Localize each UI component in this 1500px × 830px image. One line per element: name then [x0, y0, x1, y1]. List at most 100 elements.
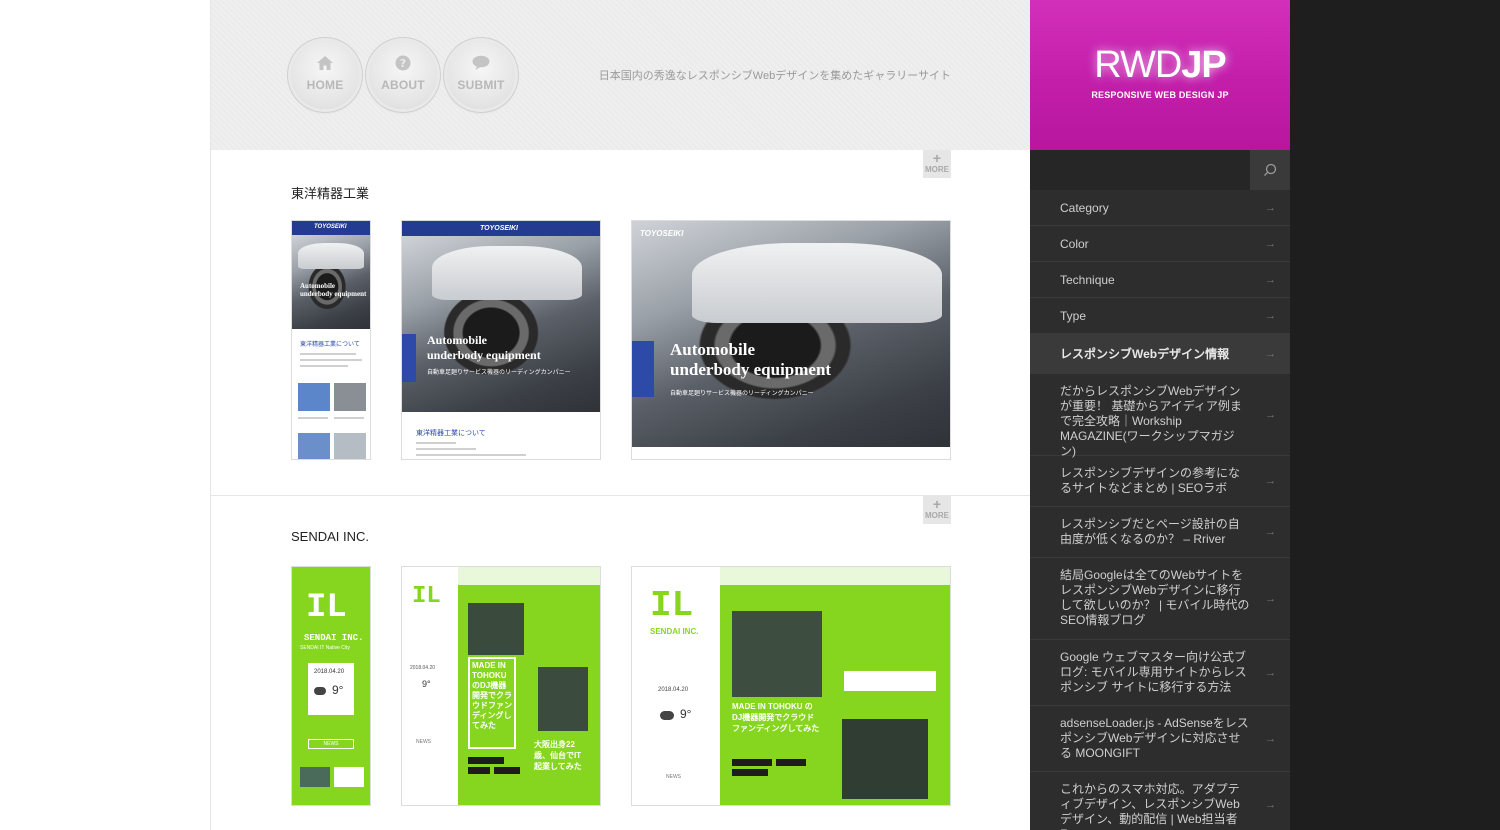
more-label: MORE: [925, 511, 949, 520]
thumb-feature: MADE IN TOHOKU のDJ機器開発でクラウドファンディングしてみた: [732, 702, 820, 733]
arrow-right-icon: →: [1265, 237, 1276, 250]
thumb-about: 東洋精器工業について: [300, 342, 360, 348]
search-button[interactable]: [1250, 150, 1290, 190]
blue-accent: [402, 334, 416, 382]
text-line: [300, 365, 348, 367]
search-input[interactable]: [1030, 150, 1250, 190]
thumb-tag: [732, 769, 768, 776]
thumb-about: 東洋精器工業について: [416, 430, 486, 437]
sidebar-link[interactable]: 結局Googleは全てのWebサイトをレスポンシブWebデザインに移行して欲しい…: [1030, 558, 1290, 640]
sidebar-item-type[interactable]: Type →: [1030, 298, 1290, 334]
thumb-news: NEWS: [666, 774, 681, 780]
page: HOME ? ABOUT SUBMIT 日本国内の秀逸なレスポンシブWebデザイ…: [0, 0, 1500, 830]
main-content: HOME ? ABOUT SUBMIT 日本国内の秀逸なレスポンシブWebデザイ…: [210, 0, 1030, 830]
about-button[interactable]: ? ABOUT: [369, 41, 437, 109]
sidebar-item-label: Type: [1060, 309, 1087, 323]
thumb-date: 2018.04.20: [658, 687, 689, 693]
home-icon: [317, 56, 333, 70]
thumb-tag: [468, 767, 490, 774]
plus-icon: +: [932, 150, 942, 166]
search-icon: [1264, 163, 1277, 176]
weather-card: 2018.04.20 9°: [308, 663, 354, 715]
site-title[interactable]: 東洋精器工業: [291, 183, 369, 202]
arrow-right-icon: →: [1265, 273, 1276, 286]
more-button[interactable]: + MORE: [923, 150, 951, 178]
tablet-screenshot[interactable]: IL 2018.04.20 9° NEWS MADE IN TOHOKU のDJ…: [401, 566, 601, 806]
thumb-feature-2: 大阪出身22歳、仙台でIT起業してみた: [534, 740, 582, 771]
thumb-photo: [468, 603, 524, 655]
right-margin: [1290, 0, 1500, 830]
sidebar-item-category[interactable]: Category →: [1030, 190, 1290, 226]
thumb-temp: 9°: [680, 707, 692, 721]
gallery-entry: + MORE 東洋精器工業 TOYOSEIKI Automobile under…: [211, 150, 1030, 496]
sidebar-link[interactable]: これからのスマホ対応。アダプティブデザイン、レスポンシブWebデザイン、動的配信…: [1030, 772, 1290, 830]
thumb-subline: 自動車足廻りサービス機器のリーディングカンパニー: [670, 391, 814, 397]
sidebar-link[interactable]: レスポンシブだとページ設計の自由度が低くなるのか？ – Rriver →: [1030, 507, 1290, 558]
sidebar-section-heading[interactable]: レスポンシブWebデザイン情報 →: [1030, 334, 1290, 374]
cloud-icon: [660, 711, 674, 720]
arrow-right-icon: →: [1265, 201, 1276, 214]
car-shape: [432, 246, 582, 300]
thumb-news: NEWS: [416, 739, 431, 745]
thumb-image: [298, 433, 330, 459]
sendai-logo-mark: IL: [412, 583, 441, 610]
site-title[interactable]: SENDAI INC.: [291, 529, 369, 544]
sidebar-link-label: Google ウェブマスター向け公式ブログ: モバイル専用サイトからレスポンシブ…: [1060, 650, 1247, 694]
text-line: [334, 417, 364, 419]
sidebar-link[interactable]: adsenseLoader.js - AdSenseをレスポンシブWebデザイン…: [1030, 706, 1290, 772]
arrow-right-icon: →: [1265, 798, 1276, 811]
blue-accent: [632, 341, 654, 397]
sidebar-item-technique[interactable]: Technique →: [1030, 262, 1290, 298]
sidebar-link[interactable]: レスポンシブデザインの参考になるサイトなどまとめ | SEOラボ →: [1030, 456, 1290, 507]
thumb-date: 2018.04.20: [314, 669, 345, 675]
thumb-hero-photo: [632, 221, 950, 447]
thumb-photo: [842, 719, 928, 799]
thumb-image: [334, 767, 364, 787]
desktop-screenshot[interactable]: TOYOSEIKI Automobile underbody equipment…: [631, 220, 951, 460]
left-margin: [0, 0, 210, 830]
thumb-tag: [776, 759, 806, 766]
question-icon: ?: [395, 55, 411, 71]
thumb-cta: [844, 671, 936, 691]
thumb-image: [334, 383, 366, 411]
mobile-screenshot[interactable]: IL SENDAI INC. SENDAI IT Native City 201…: [291, 566, 371, 806]
thumb-logo: TOYOSEIKI: [314, 224, 347, 230]
text-line: [416, 442, 456, 444]
car-shape: [298, 243, 364, 269]
arrow-right-icon: →: [1265, 666, 1276, 679]
about-label: ABOUT: [381, 78, 425, 92]
thumb-image: [300, 767, 330, 787]
sidebar-item-color[interactable]: Color →: [1030, 226, 1290, 262]
mobile-screenshot[interactable]: TOYOSEIKI Automobile underbody equipment…: [291, 220, 371, 460]
sidebar-link[interactable]: Google ウェブマスター向け公式ブログ: モバイル専用サイトからレスポンシブ…: [1030, 640, 1290, 706]
svg-text:?: ?: [400, 57, 406, 70]
text-line: [416, 454, 526, 456]
arrow-right-icon: →: [1265, 309, 1276, 322]
submit-button[interactable]: SUBMIT: [447, 41, 515, 109]
tablet-screenshot[interactable]: TOYOSEIKI Automobile underbody equipment…: [401, 220, 601, 460]
desktop-screenshot[interactable]: IL SENDAI INC. 2018.04.20 9° NEWS MADE I…: [631, 566, 951, 806]
thumb-date: 2018.04.20: [410, 665, 436, 671]
thumb-headline-2: underbody equipment: [670, 360, 832, 379]
arrow-right-icon: →: [1265, 347, 1276, 360]
brand-logo[interactable]: RWDJP RESPONSIVE WEB DESIGN JP: [1030, 0, 1290, 150]
thumb-image: [298, 383, 330, 411]
brand-wordmark-bold: JP: [1181, 44, 1226, 86]
home-button[interactable]: HOME: [291, 41, 359, 109]
sidebar-link-label: 結局Googleは全てのWebサイトをレスポンシブWebデザインに移行して欲しい…: [1060, 568, 1250, 627]
sidebar-link-label: レスポンシブだとページ設計の自由度が低くなるのか？ – Rriver: [1060, 517, 1240, 546]
brand-wordmark-light: RWD: [1094, 44, 1182, 86]
sidebar-link[interactable]: だからレスポンシブWebデザインが重要！ 基礎からアイディア例まで完全攻略｜Wo…: [1030, 374, 1290, 458]
thumb-header-bar: TOYOSEIKI: [402, 221, 600, 236]
sidebar-item-label: Technique: [1060, 273, 1115, 287]
thumb-tag: [732, 759, 772, 766]
thumb-tagline: SENDAI IT Native City: [300, 645, 350, 651]
sidebar-link-label: adsenseLoader.js - AdSenseをレスポンシブWebデザイン…: [1060, 716, 1249, 760]
thumb-logo: TOYOSEIKI: [640, 229, 684, 238]
more-button[interactable]: + MORE: [923, 496, 951, 524]
sidebar-menu: Category → Color → Technique → Type → レス…: [1030, 190, 1290, 830]
text-line: [298, 417, 328, 419]
arrow-right-icon: →: [1265, 526, 1276, 538]
sidebar-item-label: Color: [1060, 237, 1089, 251]
text-line: [300, 359, 362, 361]
